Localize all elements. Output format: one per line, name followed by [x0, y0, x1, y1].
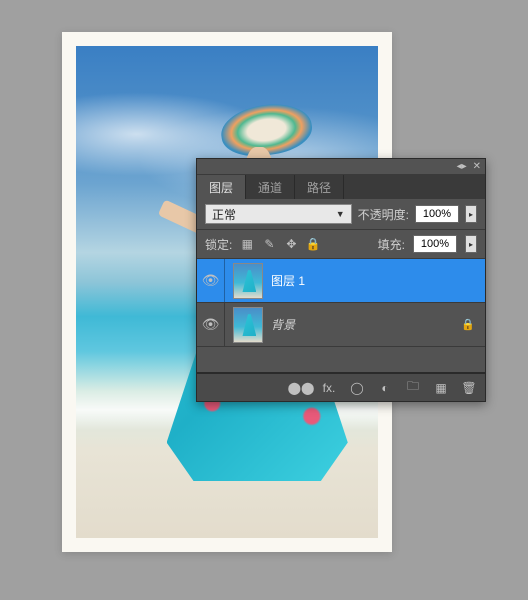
eye-icon: 👁 [202, 316, 220, 333]
fill-field[interactable]: 100% [413, 235, 457, 253]
lock-brush-icon[interactable]: ✎ [262, 237, 276, 251]
opacity-label: 不透明度: [358, 206, 409, 223]
layer-thumbnail[interactable] [233, 307, 263, 343]
folder-icon[interactable]: 🗀 [405, 377, 421, 398]
panel-tabs: 图层 通道 路径 [197, 175, 485, 199]
fx-icon[interactable]: fx. [321, 381, 337, 395]
lock-pixels-icon[interactable]: ▦ [240, 237, 254, 251]
adjustment-icon[interactable]: ◐ [377, 381, 393, 395]
blend-mode-value: 正常 [212, 206, 236, 223]
blend-opacity-row: 正常 ▼ 不透明度: 100% ▸ [197, 199, 485, 230]
tab-channels[interactable]: 通道 [246, 175, 295, 199]
visibility-toggle[interactable]: 👁 [197, 259, 225, 302]
layer-lock-indicator: 🔒 [461, 318, 485, 331]
lock-move-icon[interactable]: ✥ [284, 237, 298, 251]
lock-fill-row: 锁定: ▦ ✎ ✥ 🔒 填充: 100% ▸ [197, 230, 485, 259]
layers-empty-area[interactable] [197, 347, 485, 373]
lock-icons-group: ▦ ✎ ✥ 🔒 [240, 237, 320, 251]
layer-row[interactable]: 👁 背景 🔒 [197, 303, 485, 347]
close-icon[interactable]: ✕ [473, 161, 481, 172]
fill-arrow[interactable]: ▸ [465, 235, 477, 253]
layer-name[interactable]: 背景 [271, 316, 461, 333]
lock-label: 锁定: [205, 236, 232, 253]
lock-all-icon[interactable]: 🔒 [306, 237, 320, 251]
fill-label: 填充: [378, 236, 405, 253]
tab-paths[interactable]: 路径 [295, 175, 344, 199]
layer-name[interactable]: 图层 1 [271, 272, 461, 289]
tab-layers[interactable]: 图层 [197, 175, 246, 199]
link-layers-icon[interactable]: ⬤⬤ [293, 381, 309, 395]
blend-mode-select[interactable]: 正常 ▼ [205, 204, 352, 224]
panel-footer: ⬤⬤ fx. ◯ ◐ 🗀 ▦ 🗑 [197, 373, 485, 401]
trash-icon[interactable]: 🗑 [461, 381, 477, 395]
visibility-toggle[interactable]: 👁 [197, 303, 225, 346]
layers-list: 👁 图层 1 👁 背景 🔒 [197, 259, 485, 373]
layer-row[interactable]: 👁 图层 1 [197, 259, 485, 303]
new-layer-icon[interactable]: ▦ [433, 381, 449, 395]
opacity-field[interactable]: 100% [415, 205, 459, 223]
panel-header: ◂▸ ✕ [197, 159, 485, 175]
opacity-arrow[interactable]: ▸ [465, 205, 477, 223]
collapse-icon[interactable]: ◂▸ [457, 161, 467, 172]
dropdown-icon: ▼ [336, 209, 345, 219]
layer-thumbnail[interactable] [233, 263, 263, 299]
layers-panel: ◂▸ ✕ 图层 通道 路径 正常 ▼ 不透明度: 100% ▸ 锁定: ▦ ✎ … [196, 158, 486, 402]
eye-icon: 👁 [202, 272, 220, 289]
mask-icon[interactable]: ◯ [349, 381, 365, 395]
